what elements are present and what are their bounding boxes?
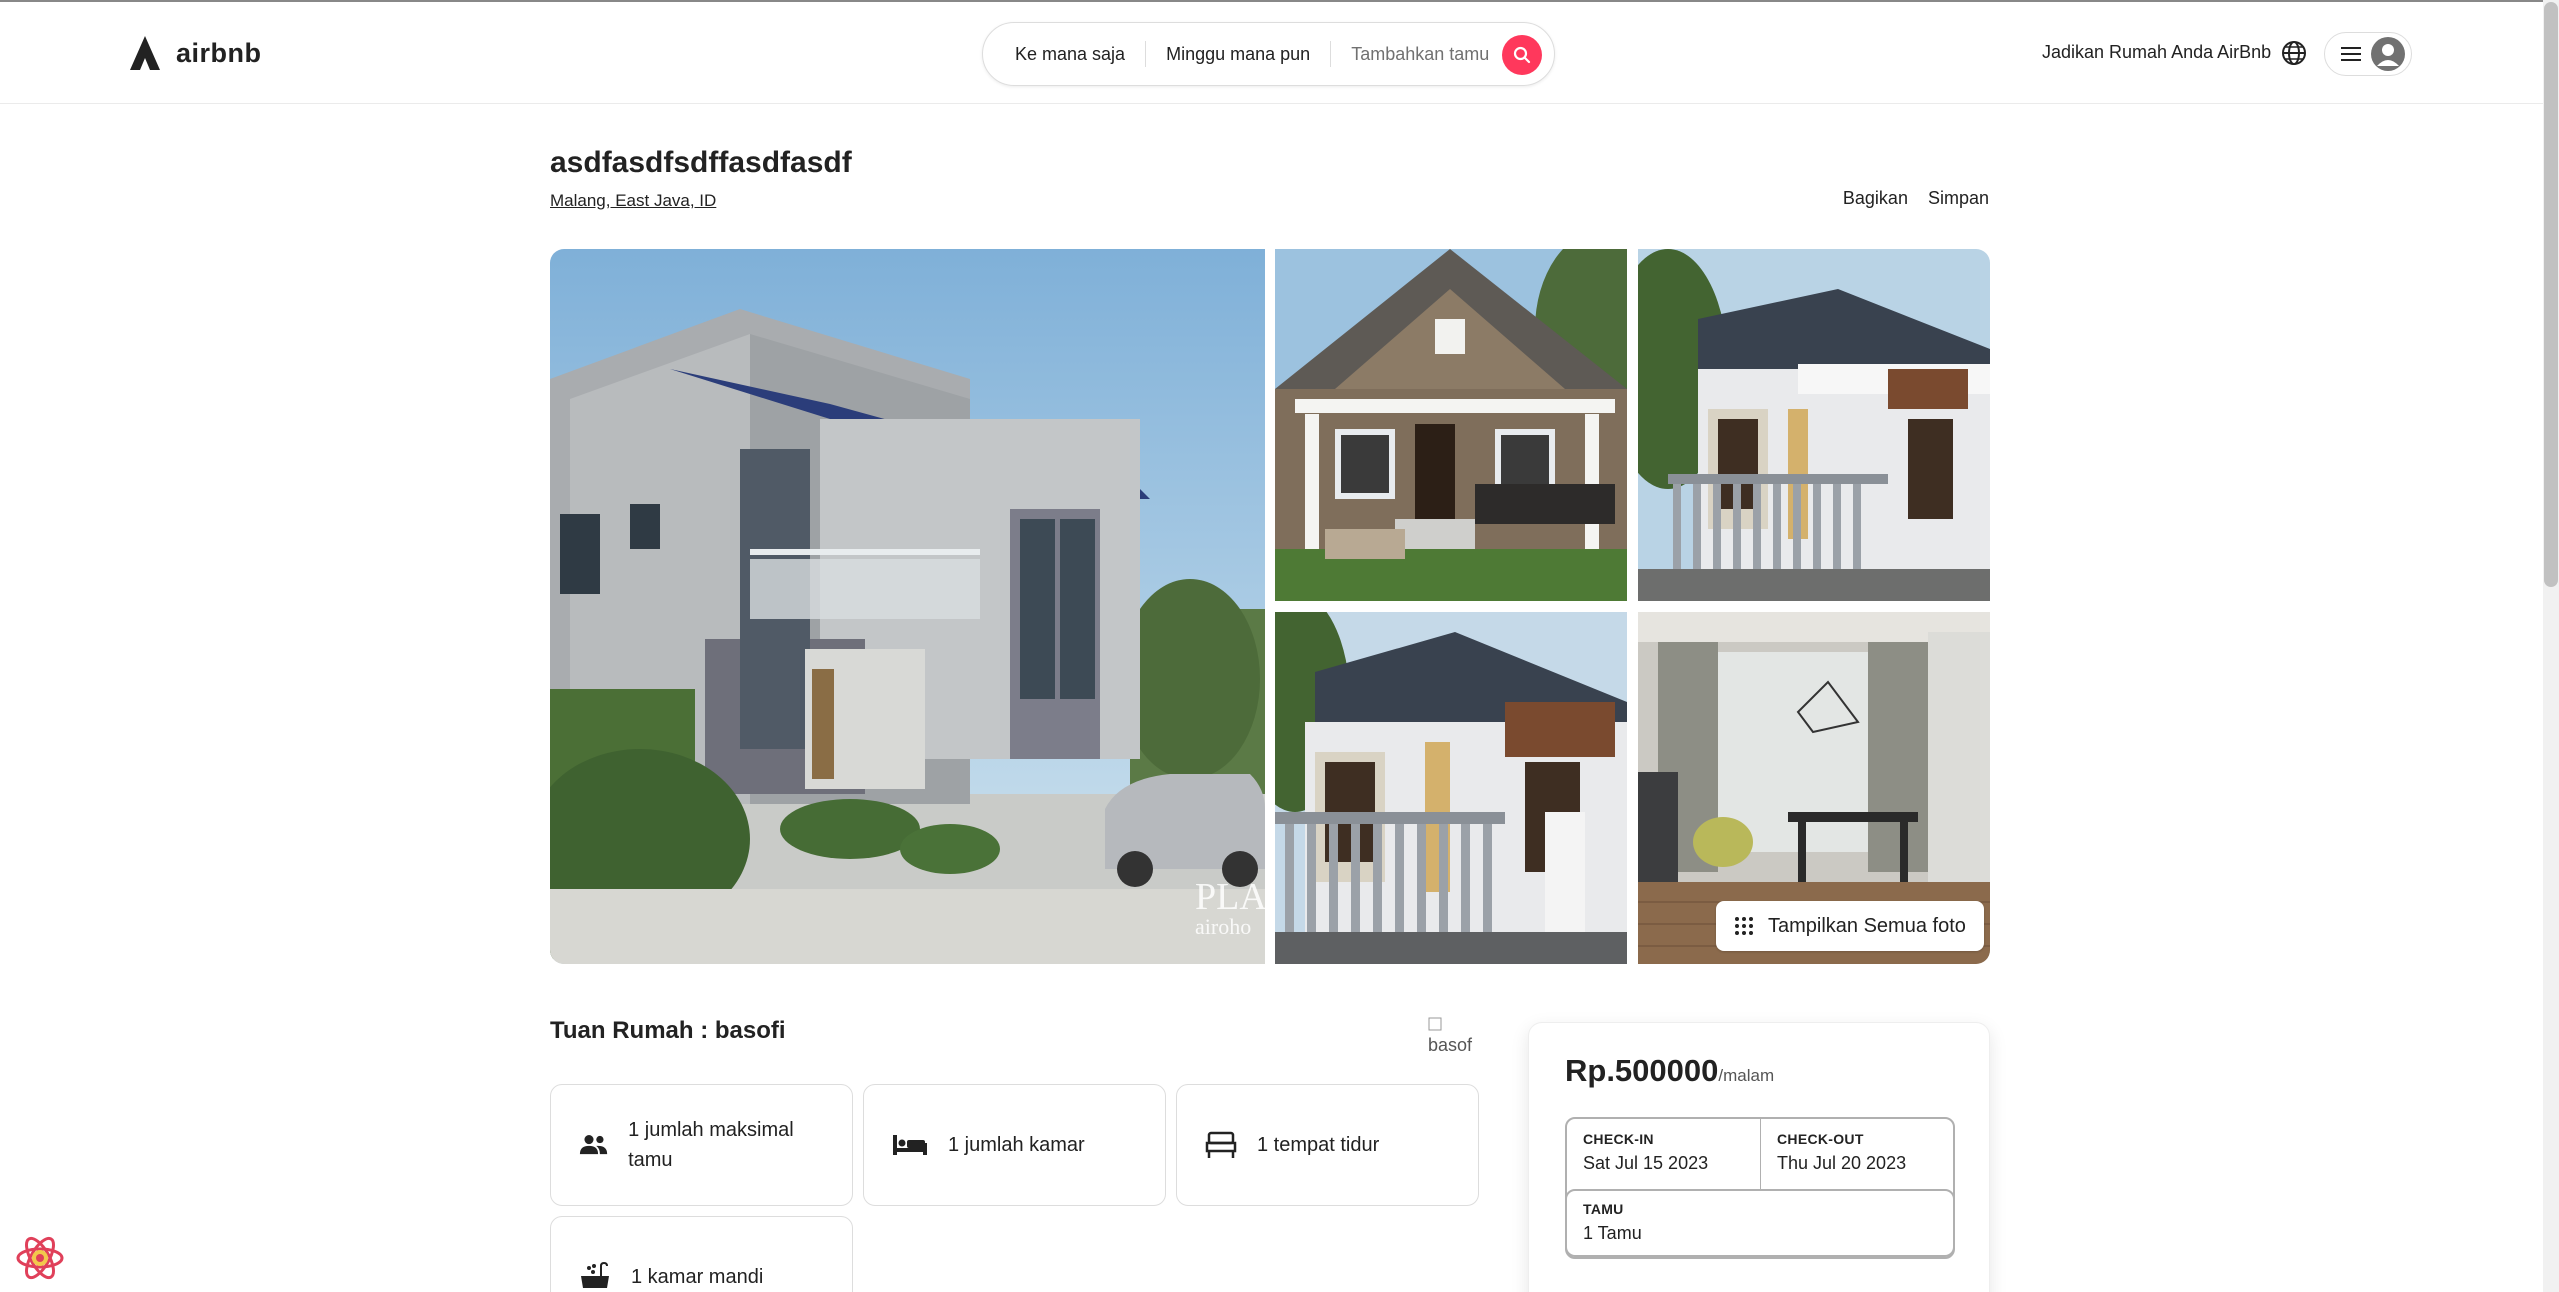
price: Rp.500000/malam bbox=[1565, 1053, 1774, 1089]
booking-card: Rp.500000/malam CHECK-IN Sat Jul 15 2023… bbox=[1528, 1022, 1990, 1292]
photo-main-image: PLA airoho bbox=[550, 249, 1265, 964]
guests-value: 1 Tamu bbox=[1583, 1223, 1642, 1243]
become-host-link[interactable]: Jadikan Rumah Anda AirBnb bbox=[2042, 42, 2271, 63]
amenity-label: 1 kamar mandi bbox=[631, 1265, 764, 1288]
host-avatar: basof bbox=[1428, 1015, 1478, 1057]
listing-title: asdfasdfsdffasdfasdf bbox=[550, 146, 852, 179]
photo-watermark: PLA bbox=[1195, 876, 1265, 918]
bed-icon bbox=[893, 1135, 927, 1155]
guests-field[interactable]: TAMU 1 Tamu bbox=[1565, 1189, 1955, 1259]
hamburger-icon bbox=[2341, 47, 2361, 61]
checkin-value: Sat Jul 15 2023 bbox=[1583, 1153, 1709, 1173]
photo-3-image bbox=[1638, 249, 1990, 601]
amenity-rooms: 1 jumlah kamar bbox=[863, 1084, 1166, 1206]
show-all-photos-label: Tampilkan Semua foto bbox=[1768, 914, 1966, 937]
amenity-bathrooms: 1 kamar mandi bbox=[550, 1216, 853, 1292]
user-menu-button[interactable] bbox=[2324, 32, 2412, 76]
amenity-label: 1 jumlah kamar bbox=[948, 1133, 1085, 1156]
search-when[interactable]: Minggu mana pun bbox=[1146, 44, 1330, 65]
grid-icon bbox=[1735, 917, 1753, 935]
bathtub-icon bbox=[581, 1262, 609, 1288]
share-button[interactable]: Bagikan bbox=[1843, 188, 1908, 209]
photo-gallery: PLA airoho Tampilkan Semua foto bbox=[550, 249, 1990, 964]
date-divider bbox=[1760, 1119, 1761, 1189]
search-bar[interactable]: Ke mana saja Minggu mana pun Tambahkan t… bbox=[982, 22, 1555, 86]
search-where[interactable]: Ke mana saja bbox=[983, 44, 1145, 65]
react-devtools-icon[interactable] bbox=[14, 1232, 66, 1284]
avatar-icon bbox=[2371, 37, 2405, 71]
guests-label: TAMU bbox=[1583, 1201, 1624, 1217]
photo-4[interactable] bbox=[1275, 612, 1627, 964]
scrollbar-thumb[interactable] bbox=[2544, 2, 2558, 587]
price-unit: /malam bbox=[1718, 1066, 1775, 1085]
search-guests[interactable]: Tambahkan tamu bbox=[1331, 44, 1509, 65]
top-navbar: airbnb Ke mana saja Minggu mana pun Tamb… bbox=[0, 0, 2543, 104]
host-title: Tuan Rumah : basofi bbox=[550, 1017, 786, 1044]
host-avatar-alt-text: basof bbox=[1428, 1035, 1473, 1055]
checkout-value: Thu Jul 20 2023 bbox=[1777, 1153, 1907, 1173]
airbnb-logo[interactable]: airbnb bbox=[128, 34, 262, 72]
listing-actions: Bagikan Simpan bbox=[1843, 188, 1989, 209]
photo-3[interactable] bbox=[1638, 249, 1990, 601]
people-icon bbox=[579, 1135, 608, 1155]
date-picker[interactable]: CHECK-IN Sat Jul 15 2023 CHECK-OUT Thu J… bbox=[1565, 1117, 1955, 1259]
bed-frame-icon bbox=[1205, 1131, 1237, 1158]
broken-image-icon bbox=[1428, 1017, 1442, 1031]
checkout-label: CHECK-OUT bbox=[1777, 1131, 1864, 1147]
photo-2-image bbox=[1275, 249, 1627, 601]
logo-text: airbnb bbox=[176, 37, 262, 68]
photo-4-image bbox=[1275, 612, 1627, 964]
checkin-field[interactable]: CHECK-IN Sat Jul 15 2023 bbox=[1583, 1131, 1708, 1174]
photo-main[interactable]: PLA airoho bbox=[550, 249, 1265, 964]
save-button[interactable]: Simpan bbox=[1928, 188, 1989, 209]
checkin-label: CHECK-IN bbox=[1583, 1131, 1654, 1147]
guests-cell: TAMU 1 Tamu bbox=[1583, 1201, 1642, 1244]
airbnb-logo-icon bbox=[130, 36, 160, 70]
amenity-max-guests: 1 jumlah maksimal tamu bbox=[550, 1084, 853, 1206]
listing-location-link[interactable]: Malang, East Java, ID bbox=[550, 191, 716, 211]
photo-2[interactable] bbox=[1275, 249, 1627, 601]
amenity-beds: 1 tempat tidur bbox=[1176, 1084, 1479, 1206]
price-amount: Rp.500000 bbox=[1565, 1053, 1719, 1088]
globe-icon[interactable] bbox=[2280, 39, 2308, 67]
show-all-photos-button[interactable]: Tampilkan Semua foto bbox=[1716, 901, 1984, 951]
photo-watermark-sub: airoho bbox=[1195, 914, 1251, 939]
checkout-field[interactable]: CHECK-OUT Thu Jul 20 2023 bbox=[1777, 1131, 1906, 1174]
amenity-label: 1 tempat tidur bbox=[1257, 1133, 1380, 1156]
amenity-label: 1 jumlah maksimal tamu bbox=[628, 1119, 794, 1171]
search-icon bbox=[1513, 46, 1531, 64]
search-button[interactable] bbox=[1502, 35, 1542, 75]
